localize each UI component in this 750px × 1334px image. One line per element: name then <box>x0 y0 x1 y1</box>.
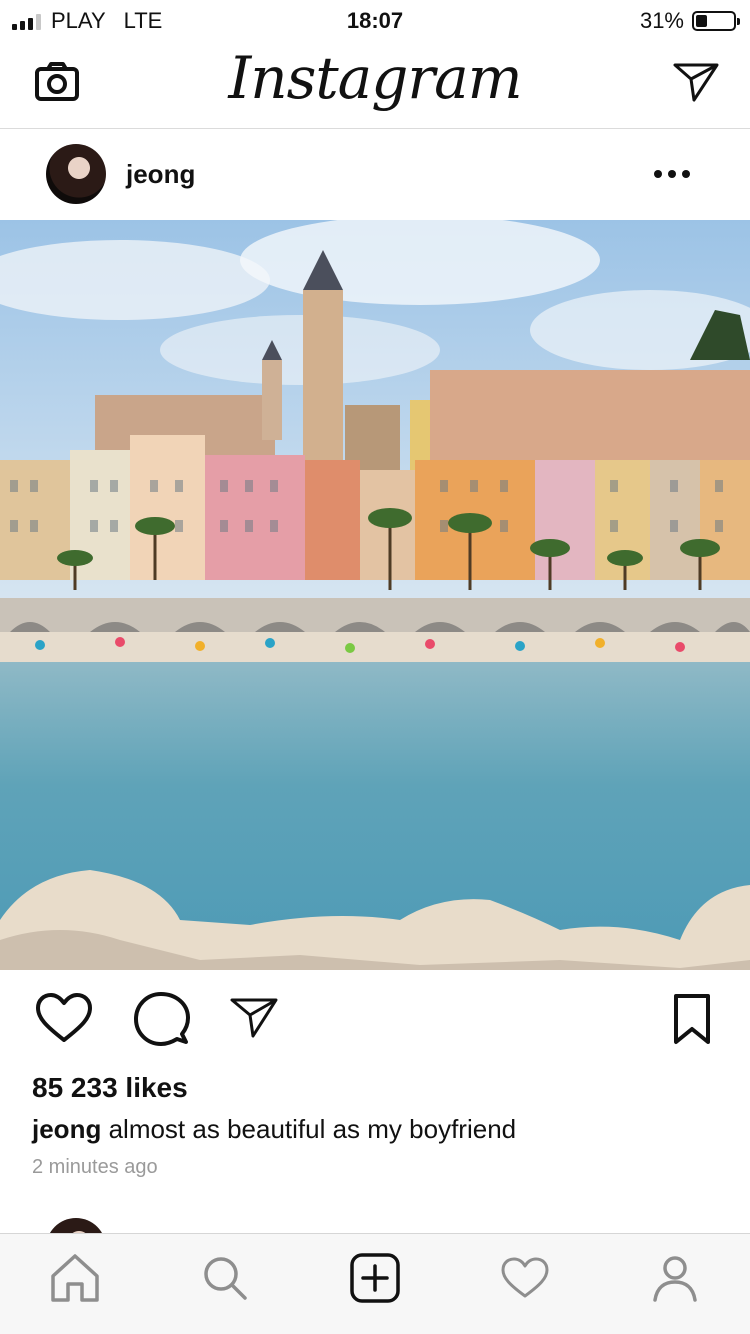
profile-icon[interactable] <box>647 1250 703 1306</box>
post-caption: jeong almost as beautiful as my boyfrien… <box>32 1114 516 1145</box>
direct-message-icon[interactable] <box>672 60 720 104</box>
bookmark-icon[interactable] <box>662 990 722 1050</box>
battery-percent: 31% <box>639 8 684 33</box>
battery-fill <box>696 15 707 27</box>
post-header: jeong <box>0 129 750 219</box>
status-right: 31% <box>639 8 740 34</box>
post-timestamp: 2 minutes ago <box>32 1156 158 1178</box>
app-logo: Instagram <box>228 44 522 112</box>
share-icon[interactable] <box>228 990 288 1050</box>
home-icon[interactable] <box>47 1250 103 1306</box>
add-post-icon[interactable] <box>347 1250 403 1306</box>
search-icon[interactable] <box>197 1250 253 1306</box>
heart-icon[interactable] <box>34 990 94 1050</box>
likes-count[interactable]: 85 233 likes <box>32 1072 188 1104</box>
comment-icon[interactable] <box>132 990 192 1050</box>
post-username[interactable]: jeong <box>126 159 195 190</box>
post-photo[interactable] <box>0 220 750 970</box>
status-time: 18:07 <box>346 8 404 33</box>
caption-username[interactable]: jeong <box>32 1114 101 1144</box>
more-options-icon[interactable] <box>652 159 692 189</box>
post-actions <box>0 990 750 1050</box>
avatar[interactable] <box>46 144 106 204</box>
battery-icon <box>692 11 740 31</box>
status-bar: PLAY LTE 18:07 31% <box>0 0 750 40</box>
caption-text: almost as beautiful as my boyfriend <box>108 1114 517 1144</box>
top-navigation: Instagram <box>0 40 750 129</box>
bottom-tab-bar <box>0 1233 750 1334</box>
activity-icon[interactable] <box>497 1250 553 1306</box>
coastal-town-image <box>0 220 750 970</box>
